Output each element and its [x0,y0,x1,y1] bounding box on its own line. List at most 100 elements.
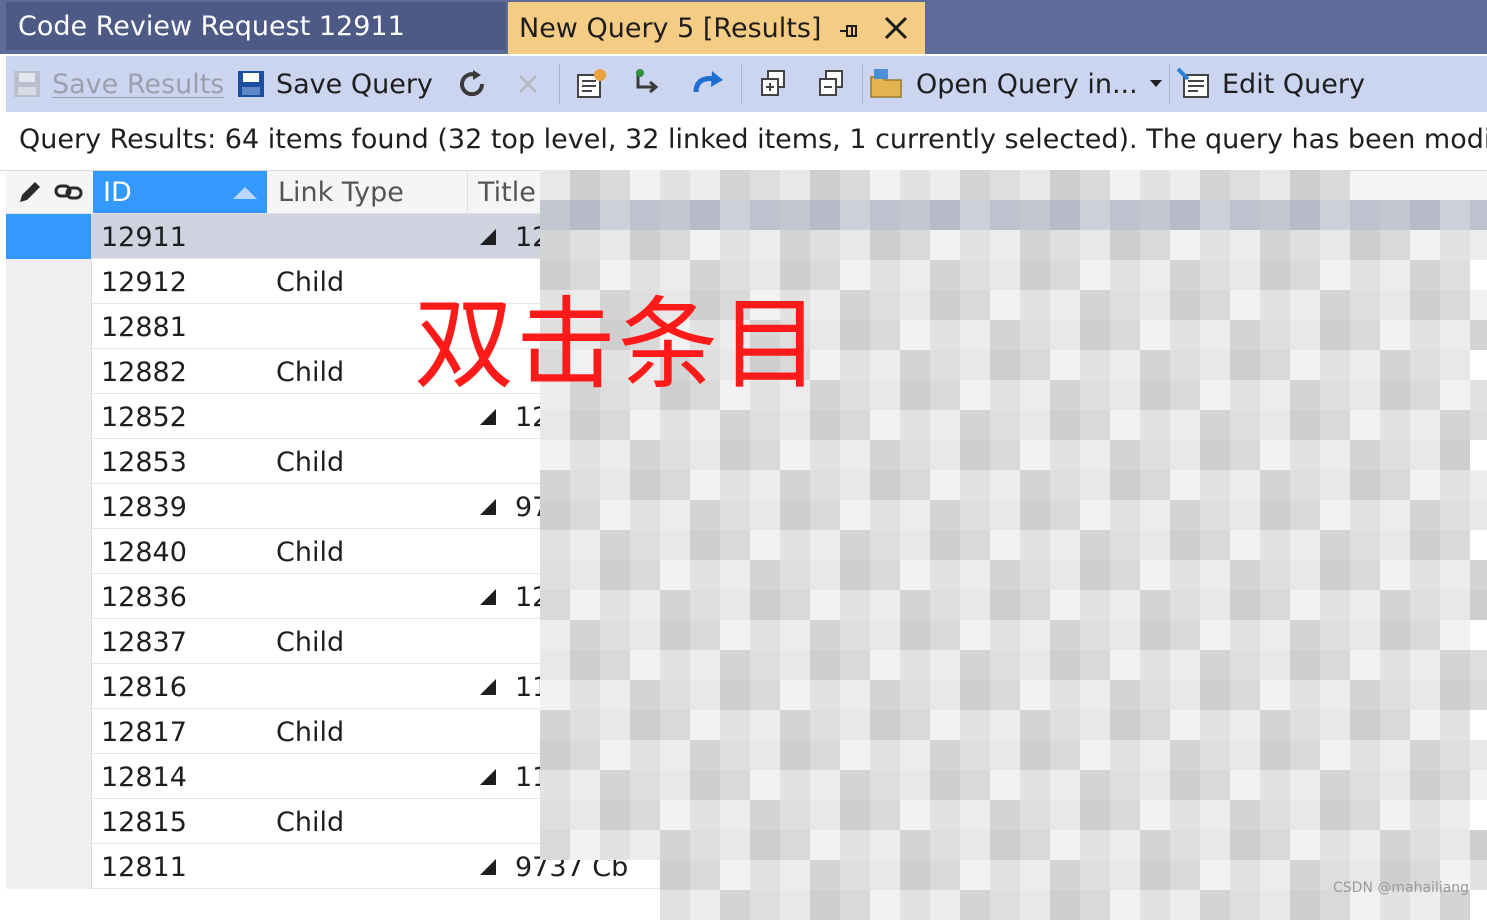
mosaic-cell [1290,680,1320,710]
mosaic-cell [1200,500,1230,530]
expand-triangle-icon[interactable] [480,679,496,695]
row-gutter[interactable] [6,709,92,754]
expand-triangle-icon[interactable] [480,499,496,515]
mosaic-cell [1080,770,1110,800]
open-query-in-dropdown[interactable]: Open Query in... [868,56,1162,112]
mosaic-cell [840,530,870,560]
mosaic-cell [1260,170,1290,200]
row-gutter[interactable] [6,484,92,529]
row-gutter[interactable] [6,799,92,844]
mosaic-cell [1290,200,1320,230]
expand-triangle-icon[interactable] [480,229,496,245]
mosaic-cell [1320,410,1350,440]
row-gutter[interactable] [6,304,92,349]
edit-query-icon [1176,67,1209,98]
stop-button[interactable] [516,56,540,112]
mosaic-cell [570,230,600,260]
mosaic-cell [840,650,870,680]
mosaic-cell [1140,350,1170,380]
collapse-all-button[interactable] [816,56,846,112]
mosaic-cell [1470,320,1487,350]
mosaic-cell [1470,770,1487,800]
mosaic-cell [1320,710,1350,740]
expand-triangle-icon[interactable] [480,589,496,605]
mosaic-cell [930,740,960,770]
mosaic-cell [990,890,1020,920]
mosaic-cell [900,740,930,770]
row-gutter[interactable] [6,844,92,889]
mosaic-cell [1020,290,1050,320]
mosaic-cell [1080,350,1110,380]
mosaic-cell [600,620,630,650]
mosaic-cell [900,650,930,680]
mosaic-cell [720,710,750,740]
row-gutter[interactable] [6,529,92,574]
mosaic-cell [1230,500,1260,530]
mosaic-cell [1110,890,1140,920]
mosaic-cell [570,620,600,650]
new-work-item-button[interactable] [574,56,608,112]
pencil-icon[interactable] [16,178,44,206]
mosaic-cell [960,320,990,350]
mosaic-cell [630,560,660,590]
link-icon[interactable] [54,182,84,202]
mosaic-cell [1470,410,1487,440]
mosaic-cell [1140,590,1170,620]
mosaic-cell [810,890,840,920]
mosaic-cell [840,860,870,890]
mosaic-cell [1140,680,1170,710]
row-gutter[interactable] [6,214,92,259]
tab-new-query-results[interactable]: New Query 5 [Results] [508,2,925,54]
mosaic-cell [1230,440,1260,470]
pin-icon[interactable] [838,18,860,40]
expand-all-button[interactable] [758,56,788,112]
row-gutter[interactable] [6,754,92,799]
expand-triangle-icon[interactable] [480,859,496,875]
mosaic-cell [1290,230,1320,260]
mosaic-cell [1200,530,1230,560]
mosaic-cell [1050,350,1080,380]
mosaic-cell [810,500,840,530]
mosaic-cell [1260,740,1290,770]
redo-button[interactable] [690,56,726,112]
mosaic-cell [1260,800,1290,830]
expand-triangle-icon[interactable] [480,409,496,425]
row-gutter[interactable] [6,259,92,304]
row-gutter[interactable] [6,619,92,664]
save-icon [14,71,40,97]
mosaic-cell [720,590,750,620]
mosaic-cell [990,320,1020,350]
mosaic-cell [960,710,990,740]
mosaic-cell [1350,650,1380,680]
close-icon[interactable] [882,14,910,42]
mosaic-cell [630,770,660,800]
mosaic-cell [1110,500,1140,530]
mosaic-cell [990,410,1020,440]
mosaic-cell [600,470,630,500]
tab-code-review-request[interactable]: Code Review Request 12911 [6,2,506,50]
row-gutter[interactable] [6,574,92,619]
column-header-id[interactable]: ID [93,171,267,213]
expand-triangle-icon[interactable] [480,769,496,785]
cell-id: 12852 [101,402,187,433]
link-items-button[interactable] [632,56,666,112]
row-gutter[interactable] [6,349,92,394]
cell-id: 12811 [101,852,187,883]
mosaic-cell [1410,560,1440,590]
column-header-link-type[interactable]: Link Type [268,171,468,213]
mosaic-cell [900,230,930,260]
row-gutter[interactable] [6,664,92,709]
cell-id: 12881 [101,312,187,343]
mosaic-cell [1110,830,1140,860]
mosaic-cell [930,560,960,590]
save-query-button[interactable]: Save Query [236,56,433,112]
mosaic-cell [960,410,990,440]
mosaic-cell [1110,380,1140,410]
row-gutter[interactable] [6,439,92,484]
mosaic-cell [1410,230,1440,260]
row-gutter[interactable] [6,394,92,439]
save-results-button[interactable]: Save Results [12,56,224,112]
mosaic-cell [990,650,1020,680]
edit-query-button[interactable]: Edit Query [1176,56,1365,112]
refresh-button[interactable] [456,56,488,112]
